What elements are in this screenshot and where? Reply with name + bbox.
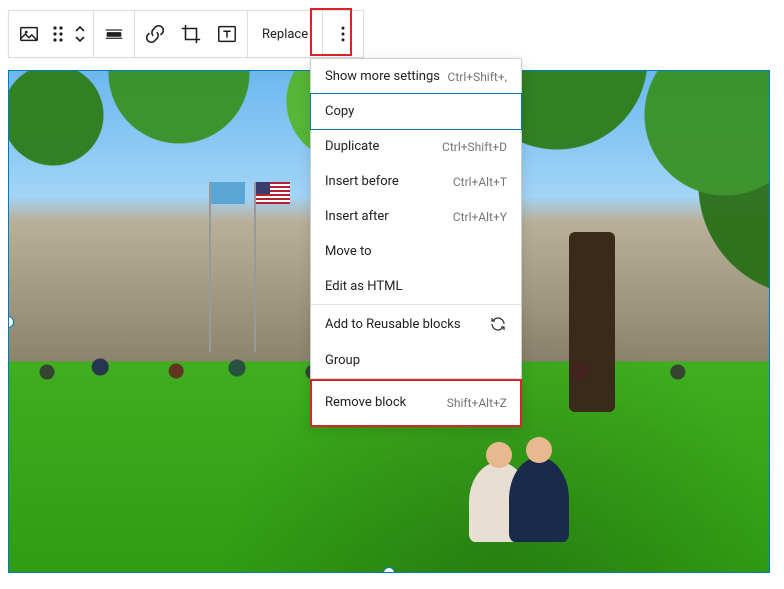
drag-handle-icon <box>52 25 64 43</box>
menu-edit-html[interactable]: Edit as HTML <box>311 269 521 304</box>
menu-shortcut: Ctrl+Alt+T <box>453 175 507 189</box>
scene-flagpole <box>209 182 211 352</box>
menu-label: Remove block <box>325 395 406 410</box>
menu-insert-after[interactable]: Insert after Ctrl+Alt+Y <box>311 199 521 234</box>
toolbar-group-align <box>94 11 135 57</box>
toolbar-group-replace: Replace <box>248 11 323 57</box>
scene-person <box>509 457 569 542</box>
text-overlay-button[interactable] <box>209 11 245 57</box>
menu-label: Show more settings <box>325 69 440 84</box>
menu-shortcut: Ctrl+Shift+, <box>448 70 507 84</box>
block-type-image-button[interactable] <box>11 11 47 57</box>
toolbar-group-block <box>9 11 94 57</box>
sync-icon <box>489 315 507 333</box>
menu-label: Group <box>325 353 360 368</box>
menu-label: Insert after <box>325 209 389 224</box>
menu-add-reusable[interactable]: Add to Reusable blocks <box>311 305 521 343</box>
image-icon <box>18 23 40 45</box>
align-button[interactable] <box>96 11 132 57</box>
menu-label: Add to Reusable blocks <box>325 317 461 332</box>
scene-foreground-people <box>439 422 589 542</box>
menu-show-more-settings[interactable]: Show more settings Ctrl+Shift+, <box>311 59 521 94</box>
crop-icon <box>180 23 202 45</box>
menu-shortcut: Ctrl+Alt+Y <box>453 210 507 224</box>
menu-insert-before[interactable]: Insert before Ctrl+Alt+T <box>311 164 521 199</box>
menu-remove-block[interactable]: Remove block Shift+Alt+Z <box>311 379 521 426</box>
scene-flag-usa <box>256 182 290 204</box>
scene-flagpole <box>254 182 256 352</box>
align-icon <box>103 23 125 45</box>
menu-duplicate[interactable]: Duplicate Ctrl+Shift+D <box>311 129 521 164</box>
more-options-button[interactable] <box>325 11 361 57</box>
replace-button[interactable]: Replace <box>250 11 320 57</box>
more-options-menu: Show more settings Ctrl+Shift+, Copy Dup… <box>310 58 522 427</box>
menu-label: Duplicate <box>325 139 379 154</box>
menu-shortcut: Shift+Alt+Z <box>447 396 507 410</box>
menu-label: Move to <box>325 244 372 259</box>
crop-button[interactable] <box>173 11 209 57</box>
scene-tree-trunk <box>569 232 615 412</box>
toolbar-group-more <box>323 11 363 57</box>
menu-group[interactable]: Group <box>311 343 521 378</box>
move-up-down-button[interactable] <box>69 11 91 57</box>
block-toolbar: Replace <box>8 10 364 58</box>
menu-label: Edit as HTML <box>325 279 402 294</box>
menu-label: Insert before <box>325 174 399 189</box>
link-icon <box>144 23 166 45</box>
menu-copy[interactable]: Copy <box>310 93 522 130</box>
menu-label: Copy <box>325 104 354 119</box>
chevron-up-down-icon <box>73 24 87 44</box>
resize-handle-left[interactable] <box>8 316 14 328</box>
more-vertical-icon <box>333 24 353 44</box>
menu-shortcut: Ctrl+Shift+D <box>442 140 507 154</box>
toolbar-group-tools <box>135 11 248 57</box>
scene-flag <box>211 182 245 204</box>
menu-move-to[interactable]: Move to <box>311 234 521 269</box>
resize-handle-bottom[interactable] <box>383 567 395 573</box>
link-button[interactable] <box>137 11 173 57</box>
text-over-image-icon <box>216 23 238 45</box>
drag-handle-button[interactable] <box>47 11 69 57</box>
